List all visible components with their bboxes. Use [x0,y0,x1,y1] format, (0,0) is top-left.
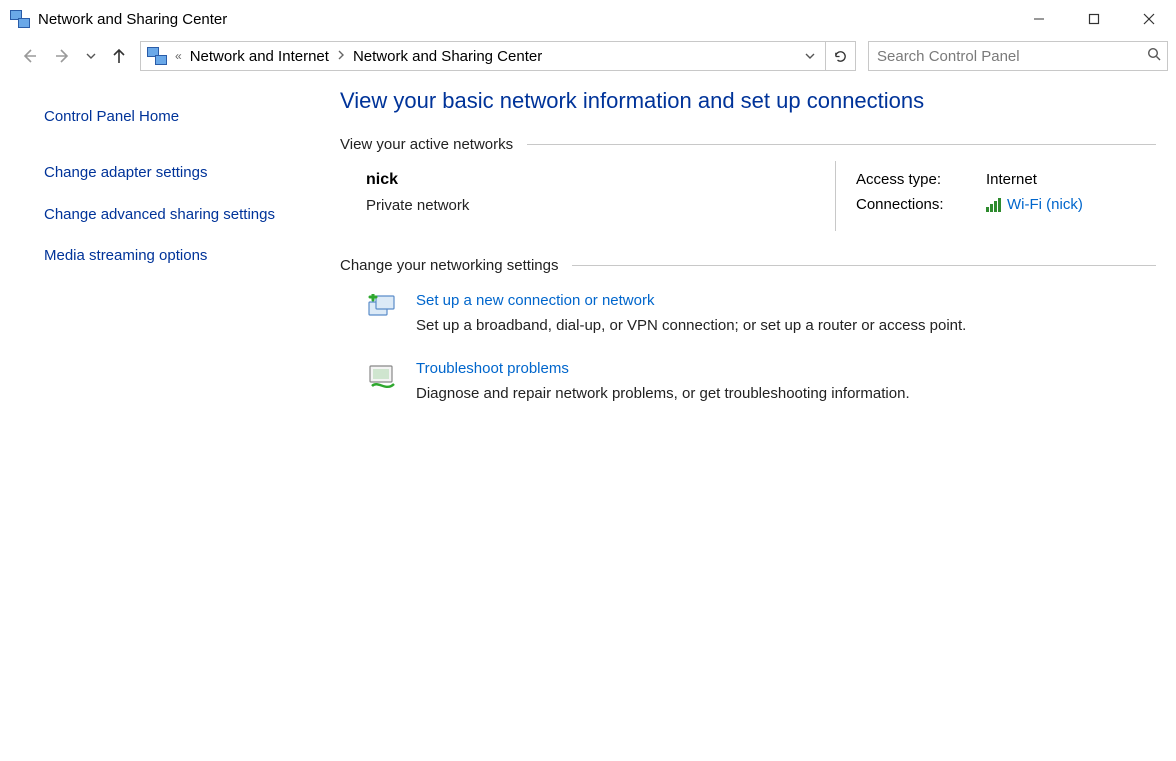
control-panel-home-link[interactable]: Control Panel Home [44,106,280,128]
network-name: nick [366,171,626,189]
recent-locations-dropdown[interactable] [84,51,98,61]
option-troubleshoot-link[interactable]: Troubleshoot problems [416,360,569,377]
titlebar: Network and Sharing Center [0,0,1176,38]
option-troubleshoot-desc: Diagnose and repair network problems, or… [416,385,910,402]
section-title: View your active networks [340,136,513,153]
sidebar-link-media-streaming[interactable]: Media streaming options [44,245,280,267]
divider [527,144,1156,145]
network-sharing-center-icon [10,9,30,29]
maximize-button[interactable] [1066,2,1121,36]
search-input[interactable] [875,47,1147,66]
connections-label: Connections: [856,196,986,213]
section-title: Change your networking settings [340,257,558,274]
option-setup-connection-link[interactable]: Set up a new connection or network [416,292,654,309]
active-network-block: nick Private network Access type: Intern… [340,171,1156,221]
history-chevron-icon[interactable]: « [173,49,184,63]
section-change-settings: Change your networking settings [340,257,1156,274]
address-bar[interactable]: « Network and Internet Network and Shari… [140,41,826,71]
search-box[interactable] [868,41,1168,71]
troubleshoot-icon [366,360,400,394]
location-icon [147,46,167,66]
option-setup-connection-desc: Set up a broadband, dial-up, or VPN conn… [416,317,966,334]
network-details: Access type: Internet Connections: Wi-Fi… [836,171,1156,221]
network-identity: nick Private network [366,171,626,214]
content-area: Control Panel Home Change adapter settin… [0,74,1176,428]
back-button[interactable] [16,43,42,69]
search-icon[interactable] [1147,47,1161,65]
nav-row: « Network and Internet Network and Shari… [0,38,1176,74]
sidebar-link-adapter-settings[interactable]: Change adapter settings [44,162,280,184]
main-panel: View your basic network information and … [300,88,1176,428]
network-type: Private network [366,197,626,214]
window-controls [1011,2,1176,36]
breadcrumb-segment[interactable]: Network and Internet [190,48,329,65]
option-setup-connection: Set up a new connection or network Set u… [340,292,1156,334]
access-type-label: Access type: [856,171,986,188]
minimize-button[interactable] [1011,2,1066,36]
address-dropdown[interactable] [799,42,821,70]
forward-button[interactable] [50,43,76,69]
setup-connection-icon [366,292,400,326]
divider [572,265,1156,266]
page-heading: View your basic network information and … [340,88,1156,114]
breadcrumb-segment[interactable]: Network and Sharing Center [353,48,542,65]
sidebar: Control Panel Home Change adapter settin… [0,88,300,428]
refresh-button[interactable] [826,41,856,71]
connection-link[interactable]: Wi-Fi (nick) [986,196,1083,213]
sidebar-link-advanced-sharing[interactable]: Change advanced sharing settings [44,204,280,226]
access-type-value: Internet [986,171,1037,188]
section-active-networks: View your active networks [340,136,1156,153]
wifi-signal-icon [986,198,1001,212]
chevron-right-icon[interactable] [335,50,347,63]
up-button[interactable] [106,43,132,69]
connection-link-text: Wi-Fi (nick) [1007,196,1083,213]
option-troubleshoot: Troubleshoot problems Diagnose and repai… [340,360,1156,402]
window-title: Network and Sharing Center [38,11,227,28]
close-button[interactable] [1121,2,1176,36]
